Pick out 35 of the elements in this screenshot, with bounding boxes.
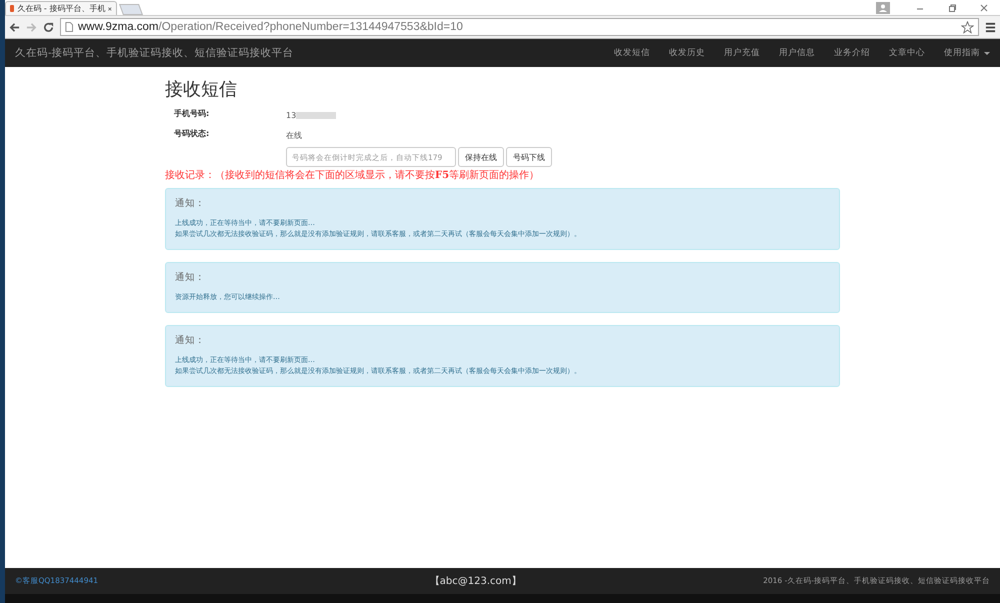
caret-icon	[984, 52, 990, 54]
nav-link[interactable]: 收发短信	[614, 47, 650, 59]
page-icon	[65, 22, 73, 32]
notice-heading: 通知：	[175, 334, 206, 347]
reload-icon[interactable]	[43, 22, 54, 32]
menu-icon[interactable]	[985, 22, 996, 32]
site-brand[interactable]: 久在码-接码平台、手机验证码接收、短信验证码接收平台	[15, 46, 294, 60]
notice-heading: 通知：	[175, 271, 206, 284]
bookmark-star-icon[interactable]	[961, 20, 974, 34]
url-text: www.9zma.com/Operation/Received?phoneNumber=13144947553&bId=10	[78, 21, 464, 33]
nav-link[interactable]: 用户充值	[724, 47, 760, 59]
restore-icon[interactable]	[947, 2, 957, 12]
footer-email: 【abc@123.com】	[430, 574, 522, 588]
page-title: 接收短信	[165, 78, 238, 101]
record-note: 接收记录：（接收到的短信将会在下面的区域显示，请不要按F5等刷新页面的操作）	[165, 168, 540, 182]
action-button[interactable]: 号码下线	[506, 147, 552, 167]
nav-link[interactable]: 业务介绍	[834, 47, 870, 59]
site-icon	[10, 5, 14, 12]
nav-link[interactable]: 使用指南	[944, 47, 990, 59]
tab-title: 久在码 - 接码平台、手机	[17, 3, 106, 14]
user-icon[interactable]	[876, 2, 890, 14]
field-value: 在线	[286, 130, 302, 140]
nav-link[interactable]: 收发历史	[669, 47, 705, 59]
nav-link[interactable]: 用户信息	[779, 47, 815, 59]
back-icon[interactable]	[9, 22, 20, 32]
browser-tab[interactable]: 久在码 - 接码平台、手机	[5, 1, 117, 15]
address-bar[interactable]: www.9zma.com/Operation/Received?phoneNumber=13144947553&bId=10	[60, 18, 979, 36]
field-label: 手机号码:	[173, 108, 210, 118]
close-icon[interactable]	[108, 6, 112, 12]
close-icon[interactable]	[979, 2, 989, 12]
field-value: 13	[286, 110, 296, 120]
notice-heading: 通知：	[175, 197, 206, 210]
field-label: 号码状态:	[173, 128, 210, 138]
action-button[interactable]: 保持在线	[458, 147, 504, 167]
nav-link[interactable]: 文章中心	[889, 47, 925, 59]
